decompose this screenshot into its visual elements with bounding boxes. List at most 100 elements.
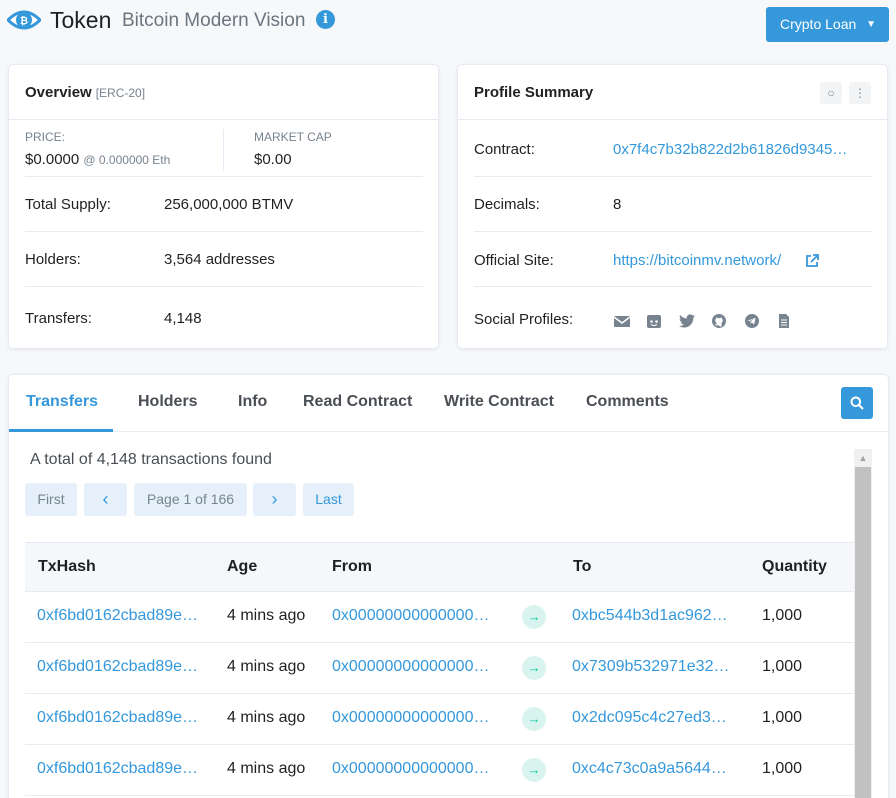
page-header: ₿ Token Bitcoin Modern Vision i Crypto L… xyxy=(0,0,896,44)
prev-page-button[interactable]: ‹ xyxy=(84,483,127,516)
contract-link[interactable]: 0x7f4c7b32b822d2b61826d9345… xyxy=(613,141,847,158)
table-header: TxHash Age From To Quantity xyxy=(25,542,855,592)
column-from: From xyxy=(332,558,372,575)
crypto-loan-button[interactable]: Crypto Loan ▼ xyxy=(766,7,889,42)
column-txhash: TxHash xyxy=(38,558,96,575)
quantity-cell: 1,000 xyxy=(762,658,803,675)
tab-comments[interactable]: Comments xyxy=(586,393,669,411)
marketcap-value: $0.00 xyxy=(254,151,292,168)
transactions-total: A total of 4,148 transactions found xyxy=(30,451,272,468)
chevron-down-icon: ▼ xyxy=(866,19,876,30)
quantity-cell: 1,000 xyxy=(762,607,803,624)
divider xyxy=(474,231,872,232)
profile-title: Profile Summary xyxy=(474,84,594,101)
tab-holders[interactable]: Holders xyxy=(138,393,198,411)
overview-title-text: Overview xyxy=(25,84,92,101)
quantity-cell: 1,000 xyxy=(762,760,803,777)
arrow-right-icon: → xyxy=(522,656,546,680)
contract-label: Contract: xyxy=(474,141,535,158)
column-age: Age xyxy=(227,558,258,575)
transfers-value: 4,148 xyxy=(164,310,202,327)
official-site-label: Official Site: xyxy=(474,252,554,269)
table-row: 0xf6bd0162cbad89e… 4 mins ago 0x00000000… xyxy=(25,694,855,745)
arrow-right-icon: → xyxy=(522,605,546,629)
telegram-icon[interactable] xyxy=(743,313,761,329)
to-link[interactable]: 0x7309b532971e32… xyxy=(572,658,729,676)
social-profiles-label: Social Profiles: xyxy=(474,311,574,328)
price-label: PRICE: xyxy=(25,130,66,144)
age-cell: 4 mins ago xyxy=(227,658,306,675)
from-link[interactable]: 0x00000000000000… xyxy=(332,607,489,625)
next-page-button[interactable]: › xyxy=(253,483,296,516)
page-indicator: Page 1 of 166 xyxy=(134,483,247,516)
scrollbar[interactable]: ▲ xyxy=(854,449,872,798)
divider xyxy=(25,176,423,177)
txhash-link[interactable]: 0xf6bd0162cbad89e… xyxy=(37,658,198,676)
tab-transfers[interactable]: Transfers xyxy=(26,393,98,411)
first-page-button[interactable]: First xyxy=(25,483,77,516)
txhash-link[interactable]: 0xf6bd0162cbad89e… xyxy=(37,709,198,727)
age-cell: 4 mins ago xyxy=(227,607,306,624)
divider xyxy=(223,129,224,171)
quantity-cell: 1,000 xyxy=(762,709,803,726)
official-site-link[interactable]: https://bitcoinmv.network/ xyxy=(613,252,781,269)
marketcap-label: MARKET CAP xyxy=(254,130,332,144)
age-cell: 4 mins ago xyxy=(227,709,306,726)
to-link[interactable]: 0xc4c73c0a9a5644… xyxy=(572,760,727,778)
divider xyxy=(25,286,423,287)
overview-card: Overview [ERC-20] PRICE: $0.0000 @ 0.0000… xyxy=(8,64,439,349)
info-icon[interactable]: i xyxy=(316,10,335,29)
from-link[interactable]: 0x00000000000000… xyxy=(332,658,489,676)
to-link[interactable]: 0x2dc095c4c27ed3… xyxy=(572,709,727,727)
page-title: Token xyxy=(50,7,112,33)
from-link[interactable]: 0x00000000000000… xyxy=(332,760,489,778)
token-tabs-card: Transfers Holders Info Read Contract Wri… xyxy=(8,374,889,798)
more-vertical-icon[interactable]: ⋮ xyxy=(849,82,871,104)
txhash-link[interactable]: 0xf6bd0162cbad89e… xyxy=(37,760,198,778)
divider xyxy=(474,176,872,177)
profile-summary-card: Profile Summary ○ ⋮ Contract: 0x7f4c7b32… xyxy=(457,64,888,349)
svg-text:₿: ₿ xyxy=(20,15,28,27)
scrollbar-thumb[interactable] xyxy=(855,467,871,798)
crypto-loan-label: Crypto Loan xyxy=(780,16,857,32)
profile-header: Profile Summary ○ ⋮ xyxy=(458,65,887,120)
github-icon[interactable] xyxy=(710,313,728,329)
price-value: $0.0000 xyxy=(25,151,80,168)
token-standard: [ERC-20] xyxy=(95,86,146,100)
circle-icon[interactable]: ○ xyxy=(820,82,842,104)
social-icons xyxy=(613,312,803,328)
tab-write-contract[interactable]: Write Contract xyxy=(444,393,554,411)
email-icon[interactable] xyxy=(613,313,631,329)
price-eth: @ 0.000000 Eth xyxy=(83,153,171,167)
price-value-group: $0.0000 @ 0.000000 Eth xyxy=(25,151,170,168)
tab-info[interactable]: Info xyxy=(238,393,267,411)
from-link[interactable]: 0x00000000000000… xyxy=(332,709,489,727)
last-page-button[interactable]: Last xyxy=(303,483,354,516)
token-name: Bitcoin Modern Vision xyxy=(122,10,306,31)
active-tab-indicator xyxy=(9,429,113,432)
holders-value: 3,564 addresses xyxy=(164,251,275,268)
txhash-link[interactable]: 0xf6bd0162cbad89e… xyxy=(37,607,198,625)
decimals-value: 8 xyxy=(613,196,622,213)
table-row: 0xf6bd0162cbad89e… 4 mins ago 0x00000000… xyxy=(25,592,855,643)
arrow-right-icon: → xyxy=(522,707,546,731)
arrow-right-icon: → xyxy=(522,758,546,782)
scroll-up-arrow-icon[interactable]: ▲ xyxy=(854,449,872,467)
reddit-icon[interactable] xyxy=(645,313,663,329)
decimals-label: Decimals: xyxy=(474,196,540,213)
transfers-label: Transfers: xyxy=(25,310,92,327)
tabs-bar: Transfers Holders Info Read Contract Wri… xyxy=(9,375,888,432)
to-link[interactable]: 0xbc544b3d1ac962… xyxy=(572,607,728,625)
tab-read-contract[interactable]: Read Contract xyxy=(303,393,412,411)
external-link-icon[interactable] xyxy=(804,253,820,269)
twitter-icon[interactable] xyxy=(678,313,696,329)
holders-label: Holders: xyxy=(25,251,81,268)
table-row: 0xf6bd0162cbad89e… 4 mins ago 0x00000000… xyxy=(25,643,855,694)
column-quantity: Quantity xyxy=(762,558,827,575)
overview-title: Overview [ERC-20] xyxy=(25,84,145,101)
search-icon xyxy=(850,396,864,410)
token-logo-icon: ₿ xyxy=(7,10,41,30)
total-supply-value: 256,000,000 BTMV xyxy=(164,196,294,213)
document-icon[interactable] xyxy=(775,313,793,329)
search-button[interactable] xyxy=(841,387,873,419)
